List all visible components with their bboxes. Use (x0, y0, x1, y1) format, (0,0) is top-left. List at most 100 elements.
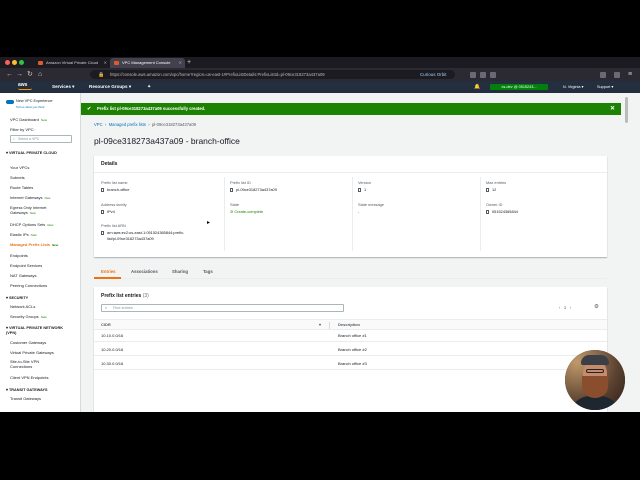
sidebar-section-heading[interactable]: ▾ TRANSIT GATEWAYS (6, 387, 48, 392)
services-menu[interactable]: Services ▾ (52, 81, 74, 93)
close-tab-icon[interactable]: ✕ (104, 58, 107, 68)
sidebar-item-transit-gateways[interactable]: Transit Gateways (10, 396, 41, 401)
webcam-overlay (565, 350, 625, 410)
extension-icon[interactable] (490, 72, 496, 78)
close-icon[interactable]: ✕ (610, 103, 615, 115)
table-row[interactable]: 10.20.0.0/16 Branch office #2 (94, 343, 607, 356)
new-tab-button[interactable]: + (187, 57, 191, 68)
back-arrow-icon[interactable]: ← (6, 69, 13, 80)
aws-header: aws Services ▾ Resource Groups ▾ ✦ 🔔 cs-… (0, 81, 640, 93)
breadcrumb-prefix-lists-link[interactable]: Managed prefix lists (109, 122, 146, 127)
sidebar-section-heading[interactable]: ▾ VIRTUAL PRIVATE NETWORK (VPN) (6, 326, 74, 336)
table-row[interactable]: 10.30.0.0/16 Branch office #3 (94, 357, 607, 370)
version-text: 1 (364, 187, 367, 192)
settings-gear-icon[interactable]: ⚙ (594, 304, 599, 310)
extension-icon[interactable] (470, 72, 476, 78)
support-menu[interactable]: Support ▾ (597, 81, 613, 93)
copy-icon[interactable] (486, 188, 489, 192)
resource-groups-menu[interactable]: Resource Groups ▾ (89, 81, 131, 93)
find-entries-input[interactable]: ⌕ Find entries (101, 304, 344, 312)
sidebar-item-route-tables[interactable]: Route Tables (10, 185, 33, 190)
sidebar-item-virtual-private-gateways[interactable]: Virtual Private Gateways (10, 350, 54, 355)
sidebar-item-endpoint-services[interactable]: Endpoint Services (10, 263, 42, 268)
bell-icon[interactable]: 🔔 (474, 81, 480, 93)
breadcrumb: VPC › Managed prefix lists › pl-09ce3182… (94, 122, 196, 127)
sidebar-item-peering-connections[interactable]: Peering Connections (10, 283, 47, 288)
sidebar-item-your-vpcs[interactable]: Your VPCs (10, 165, 29, 170)
region-menu[interactable]: N. Virginia ▾ (563, 81, 583, 93)
menu-icon[interactable]: ≡ (628, 69, 632, 80)
sidebar-item-nat-gateways[interactable]: NAT Gateways (10, 273, 37, 278)
sidebar-item-network-acls[interactable]: Network ACLs (10, 304, 35, 309)
reload-icon[interactable]: ↻ (27, 69, 33, 80)
next-page-icon[interactable]: › (570, 305, 571, 310)
sidebar-item-managed-prefix-lists[interactable]: Managed Prefix Lists New (10, 242, 58, 247)
prefix-list-arn-value: arn:aws:ec2:us-east-1:051524365844:prefi… (101, 230, 184, 235)
close-tab-icon[interactable]: ✕ (179, 58, 182, 68)
sidebar-item-elastic-ips[interactable]: Elastic IPs New (10, 232, 37, 237)
url-bar[interactable]: 🔒 https://console.aws.amazon.com/vpc/hom… (90, 70, 455, 79)
aws-logo[interactable]: aws (18, 82, 32, 90)
webcam-person-glasses (586, 369, 604, 373)
sidebar-item-security-groups[interactable]: Security Groups New (10, 314, 47, 319)
details-heading: Details (101, 161, 118, 167)
prev-page-icon[interactable]: ‹ (559, 305, 560, 310)
tab-associations[interactable]: Associations (131, 269, 158, 274)
search-icon: ⌕ (13, 137, 16, 141)
tab-entries[interactable]: Entries (101, 269, 116, 274)
sidebar-section-heading[interactable]: ▾ VIRTUAL PRIVATE CLOUD (6, 150, 57, 155)
sidebar-item-egress-only-gateways[interactable]: Egress Only Internet Gateways New (10, 205, 70, 216)
sidebar-item-label: DHCP Options Sets (10, 222, 46, 227)
forward-arrow-icon[interactable]: → (16, 69, 23, 80)
tab-sharing[interactable]: Sharing (172, 269, 188, 274)
column-divider[interactable] (329, 322, 330, 329)
extension-icon[interactable] (600, 72, 606, 78)
vpc-filter-select[interactable]: ⌕ Select a VPC (10, 135, 72, 143)
extension-icon[interactable] (480, 72, 486, 78)
page-scrollbar[interactable] (625, 97, 628, 123)
owner-id-label: Owner ID (486, 202, 503, 207)
extension-icon[interactable] (614, 72, 620, 78)
sidebar-item-endpoints[interactable]: Endpoints (10, 253, 28, 258)
account-menu[interactable]: cs-dev @ 0515243... (490, 84, 548, 90)
sidebar-item-site-to-site-vpn[interactable]: Site-to-Site VPN Connections (10, 359, 60, 369)
browser-tab[interactable]: Amazon Virtual Private Cloud ✕ (34, 58, 110, 68)
pin-icon[interactable]: ✦ (147, 81, 151, 93)
copy-icon[interactable] (358, 188, 361, 192)
sidebar-item-internet-gateways[interactable]: Internet Gateways New (10, 195, 50, 200)
breadcrumb-vpc-link[interactable]: VPC (94, 122, 103, 127)
sidebar-item-customer-gateways[interactable]: Customer Gateways (10, 340, 46, 345)
mouse-cursor-icon: ▸ (207, 220, 211, 226)
new-badge: New (44, 196, 51, 200)
tab-tags[interactable]: Tags (203, 269, 213, 274)
home-icon[interactable]: ⌂ (38, 69, 42, 80)
copy-icon[interactable] (230, 188, 233, 192)
copy-icon[interactable] (101, 210, 104, 214)
browser-tab-active[interactable]: VPC Management Console ✕ (110, 58, 185, 68)
arn-line-1: arn:aws:ec2:us-east-1:051524365844:prefi… (107, 230, 185, 235)
status-ok-icon: ✔ (87, 106, 92, 112)
max-entries-value: 12 (486, 187, 496, 192)
table-row[interactable]: 10.10.0.0/16 Branch office #1 (94, 329, 607, 342)
copy-icon[interactable] (486, 210, 489, 214)
sidebar-item-client-vpn-endpoints[interactable]: Client VPN Endpoints (10, 375, 48, 380)
prefix-list-id-label: Prefix list ID (230, 180, 251, 185)
browser-nav-bar: ← → ↻ ⌂ 🔒 https://console.aws.amazon.com… (0, 68, 640, 81)
aws-smile-icon (18, 88, 32, 90)
sidebar-section-heading[interactable]: ▾ SECURITY (6, 295, 28, 300)
copy-icon[interactable] (101, 231, 104, 235)
copy-icon[interactable] (101, 188, 104, 192)
page-number[interactable]: 1 (564, 305, 566, 310)
sidebar-item-subnets[interactable]: Subnets (10, 175, 25, 180)
url-text: https://console.aws.amazon.com/vpc/home?… (110, 72, 325, 77)
sidebar-item-dhcp-options[interactable]: DHCP Options Sets New (10, 222, 53, 227)
profile-label[interactable]: Curious Orbit (420, 70, 447, 79)
new-experience-toggle[interactable] (6, 100, 14, 104)
close-window-icon[interactable] (5, 60, 10, 65)
feedback-link[interactable]: Tell us what you think (16, 105, 45, 109)
prefix-list-id-value: pl-09ce318273a437a09 (230, 187, 277, 192)
column-divider (480, 177, 481, 251)
maximize-window-icon[interactable] (19, 60, 24, 65)
sidebar-item-vpc-dashboard[interactable]: VPC Dashboard New (10, 117, 47, 122)
minimize-window-icon[interactable] (12, 60, 17, 65)
